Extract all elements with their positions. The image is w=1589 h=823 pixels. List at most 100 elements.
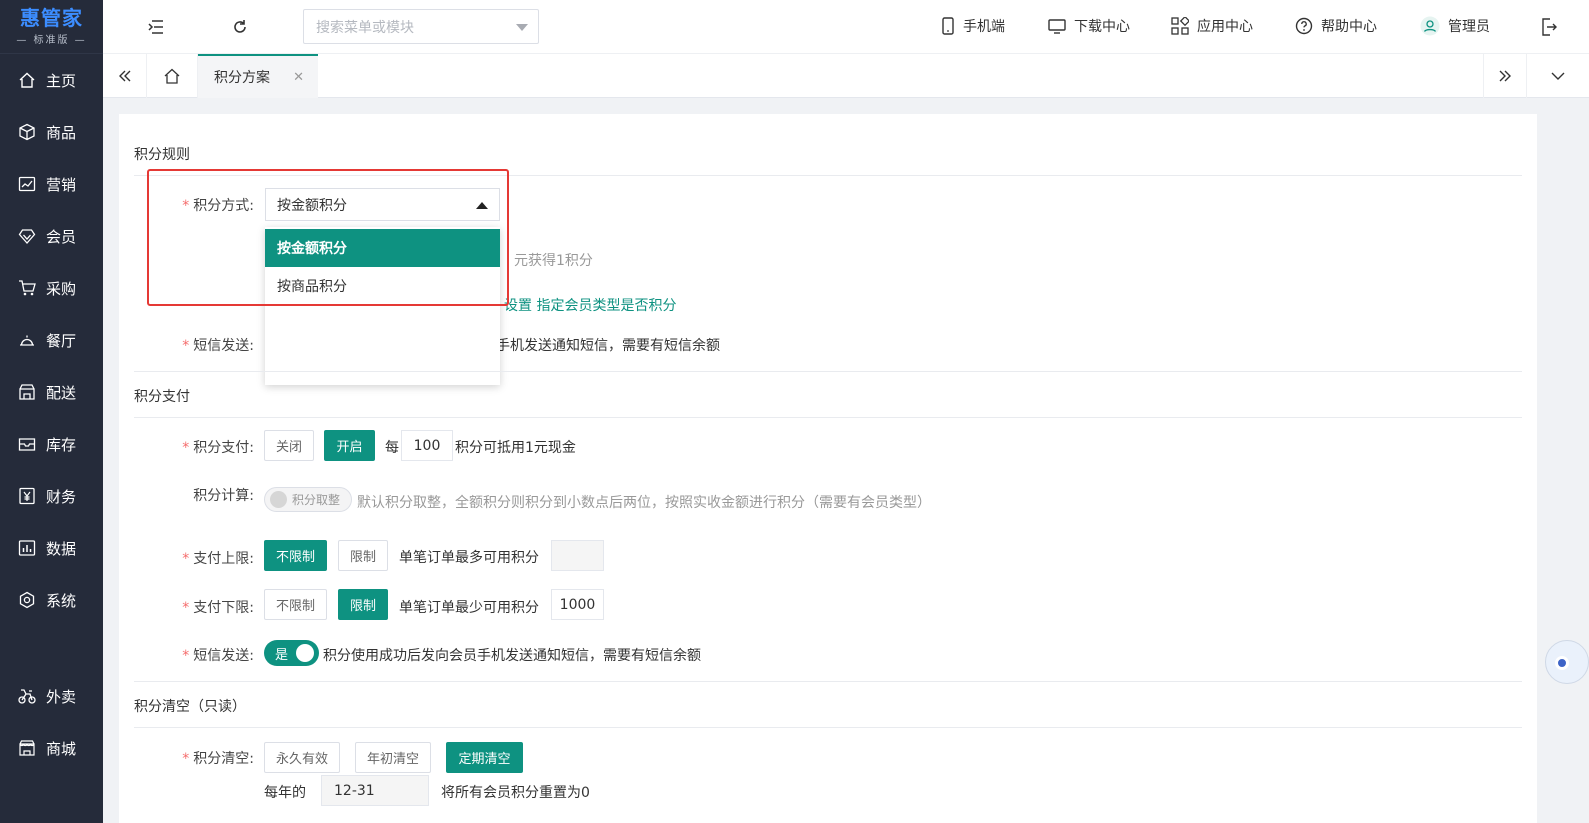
help-icon	[1295, 17, 1313, 35]
sidebar-item-shop[interactable]: 商城	[0, 728, 103, 768]
sidebar-item-inbox[interactable]: 库存	[0, 424, 103, 464]
sms-hint: 手机发送通知短信，需要有短信余额	[496, 338, 720, 354]
points-plan-form: 积分规则 * 积分方式: 按金额积分 元获得1积分 设置 指定会员类型是否积分 *…	[119, 114, 1537, 823]
member-type-link[interactable]: 设置 指定会员类型是否积分	[504, 295, 676, 315]
upper-points-input	[551, 540, 604, 571]
home-icon	[18, 71, 36, 89]
tab-points-plan-label: 积分方案	[214, 70, 270, 86]
logout-button[interactable]	[1536, 14, 1562, 40]
section-title-clear: 积分清空（只读）	[134, 699, 246, 715]
sidebar-item-bell[interactable]: 餐厅	[0, 320, 103, 360]
sidebar-item-label: 餐厅	[46, 331, 77, 350]
phone-icon	[942, 17, 954, 35]
close-icon[interactable]: ✕	[293, 70, 304, 85]
bell-icon	[18, 331, 36, 349]
pay-on-button[interactable]: 开启	[324, 430, 375, 461]
sidebar-item-chart[interactable]: 营销	[0, 164, 103, 204]
highlight-box	[147, 169, 509, 306]
refresh-icon	[234, 20, 246, 33]
download-center-link[interactable]: 下载中心	[1048, 16, 1130, 36]
section-title-payment: 积分支付	[134, 389, 190, 405]
sidebar-item-label: 财务	[46, 487, 77, 506]
tab-home[interactable]	[147, 54, 198, 98]
user-menu[interactable]: 管理员	[1420, 16, 1490, 36]
pay-points-input[interactable]: 100	[401, 430, 453, 461]
clear-periodic-button[interactable]: 定期清空	[446, 742, 523, 773]
lower-limit-button[interactable]: 限制	[338, 589, 388, 620]
sidebar-item-label: 库存	[46, 435, 77, 454]
upper-unlimited-button[interactable]: 不限制	[264, 540, 327, 571]
brand-name: 惠管家	[20, 6, 83, 30]
diamond-icon	[18, 227, 36, 245]
clear-date-input: 12-31	[321, 775, 429, 806]
user-avatar-icon	[1420, 16, 1440, 36]
apps-icon	[1171, 17, 1189, 35]
divider	[134, 417, 1522, 418]
settings-icon	[18, 591, 36, 609]
clear-hint: 将所有会员积分重置为0	[441, 785, 590, 801]
bike-icon	[18, 687, 36, 705]
sidebar-item-settings[interactable]: 系统	[0, 580, 103, 620]
sidebar-item-bike[interactable]: 外卖	[0, 676, 103, 716]
switch-knob	[270, 491, 287, 508]
upper-hint: 单笔订单最多可用积分	[399, 550, 539, 566]
brand-logo[interactable]: 惠管家 — 标准版 —	[0, 0, 103, 54]
sidebar-item-box[interactable]: 商品	[0, 112, 103, 152]
sms-notify-switch[interactable]: 是	[264, 640, 319, 666]
sidebar-item-label: 数据	[46, 539, 77, 558]
sidebar-item-label: 会员	[46, 227, 77, 246]
pay-per-text: 每	[385, 440, 399, 456]
lower-points-input[interactable]: 1000	[551, 589, 604, 620]
tabs-menu-button[interactable]	[1527, 54, 1589, 98]
upper-label: * 支付上限:	[182, 551, 254, 567]
sidebar-item-yen[interactable]: 财务	[0, 476, 103, 516]
tab-points-plan[interactable]: 积分方案 ✕	[198, 54, 318, 98]
lower-unlimited-button[interactable]: 不限制	[264, 589, 327, 620]
tabs-scroll-left-button[interactable]	[103, 54, 147, 98]
divider	[134, 371, 1522, 372]
sidebar-item-label: 商品	[46, 123, 77, 142]
assistant-bubble[interactable]	[1545, 640, 1589, 684]
sidebar-item-label: 系统	[46, 591, 77, 610]
collapse-menu-button[interactable]	[143, 14, 169, 40]
points-rounding-switch[interactable]: 积分取整	[264, 487, 352, 512]
sidebar-item-label: 商城	[46, 739, 77, 758]
cart-icon	[18, 279, 36, 297]
pay-off-button[interactable]: 关闭	[264, 430, 314, 461]
menu-search-select[interactable]: 搜索菜单或模块	[303, 9, 539, 44]
tabs-scroll-right-button[interactable]	[1483, 54, 1527, 98]
sidebar-item-store[interactable]: 配送	[0, 372, 103, 412]
clear-forever-button[interactable]: 永久有效	[264, 742, 340, 773]
section-title-rules: 积分规则	[134, 147, 190, 163]
double-chevron-right-icon	[1499, 70, 1511, 82]
divider	[134, 727, 1522, 728]
sidebar-item-bar-chart[interactable]: 数据	[0, 528, 103, 568]
sidebar-item-label: 主页	[46, 71, 77, 90]
upper-limit-button[interactable]: 限制	[338, 540, 388, 571]
clear-each-year-text: 每年的	[264, 785, 306, 801]
app-center-label: 应用中心	[1197, 19, 1253, 35]
sidebar-item-label: 营销	[46, 175, 77, 194]
double-chevron-left-icon	[118, 70, 130, 82]
logout-icon	[1542, 18, 1557, 36]
store-icon	[18, 383, 36, 401]
top-bar: 搜索菜单或模块 手机端 下载中心 应用中心 帮助中心 管理员	[103, 0, 1589, 54]
divider	[134, 681, 1522, 682]
home-icon	[164, 68, 180, 84]
yen-icon	[18, 487, 36, 505]
points-rounding-label: 积分取整	[292, 493, 341, 507]
clear-yearstart-button[interactable]: 年初清空	[355, 742, 431, 773]
pay-hint: 积分可抵用1元现金	[455, 440, 576, 456]
app-center-link[interactable]: 应用中心	[1171, 16, 1253, 36]
earn-hint: 元获得1积分	[514, 253, 593, 269]
sidebar-item-cart[interactable]: 采购	[0, 268, 103, 308]
sidebar-item-home[interactable]: 主页	[0, 60, 103, 100]
monitor-icon	[1048, 19, 1066, 34]
sidebar-item-diamond[interactable]: 会员	[0, 216, 103, 256]
help-center-link[interactable]: 帮助中心	[1295, 16, 1377, 36]
refresh-button[interactable]	[227, 14, 253, 40]
menu-fold-icon	[148, 20, 163, 34]
sidebar-item-label: 外卖	[46, 687, 77, 706]
sms-notify-switch-label: 是	[275, 647, 289, 663]
mobile-link[interactable]: 手机端	[941, 16, 1005, 36]
